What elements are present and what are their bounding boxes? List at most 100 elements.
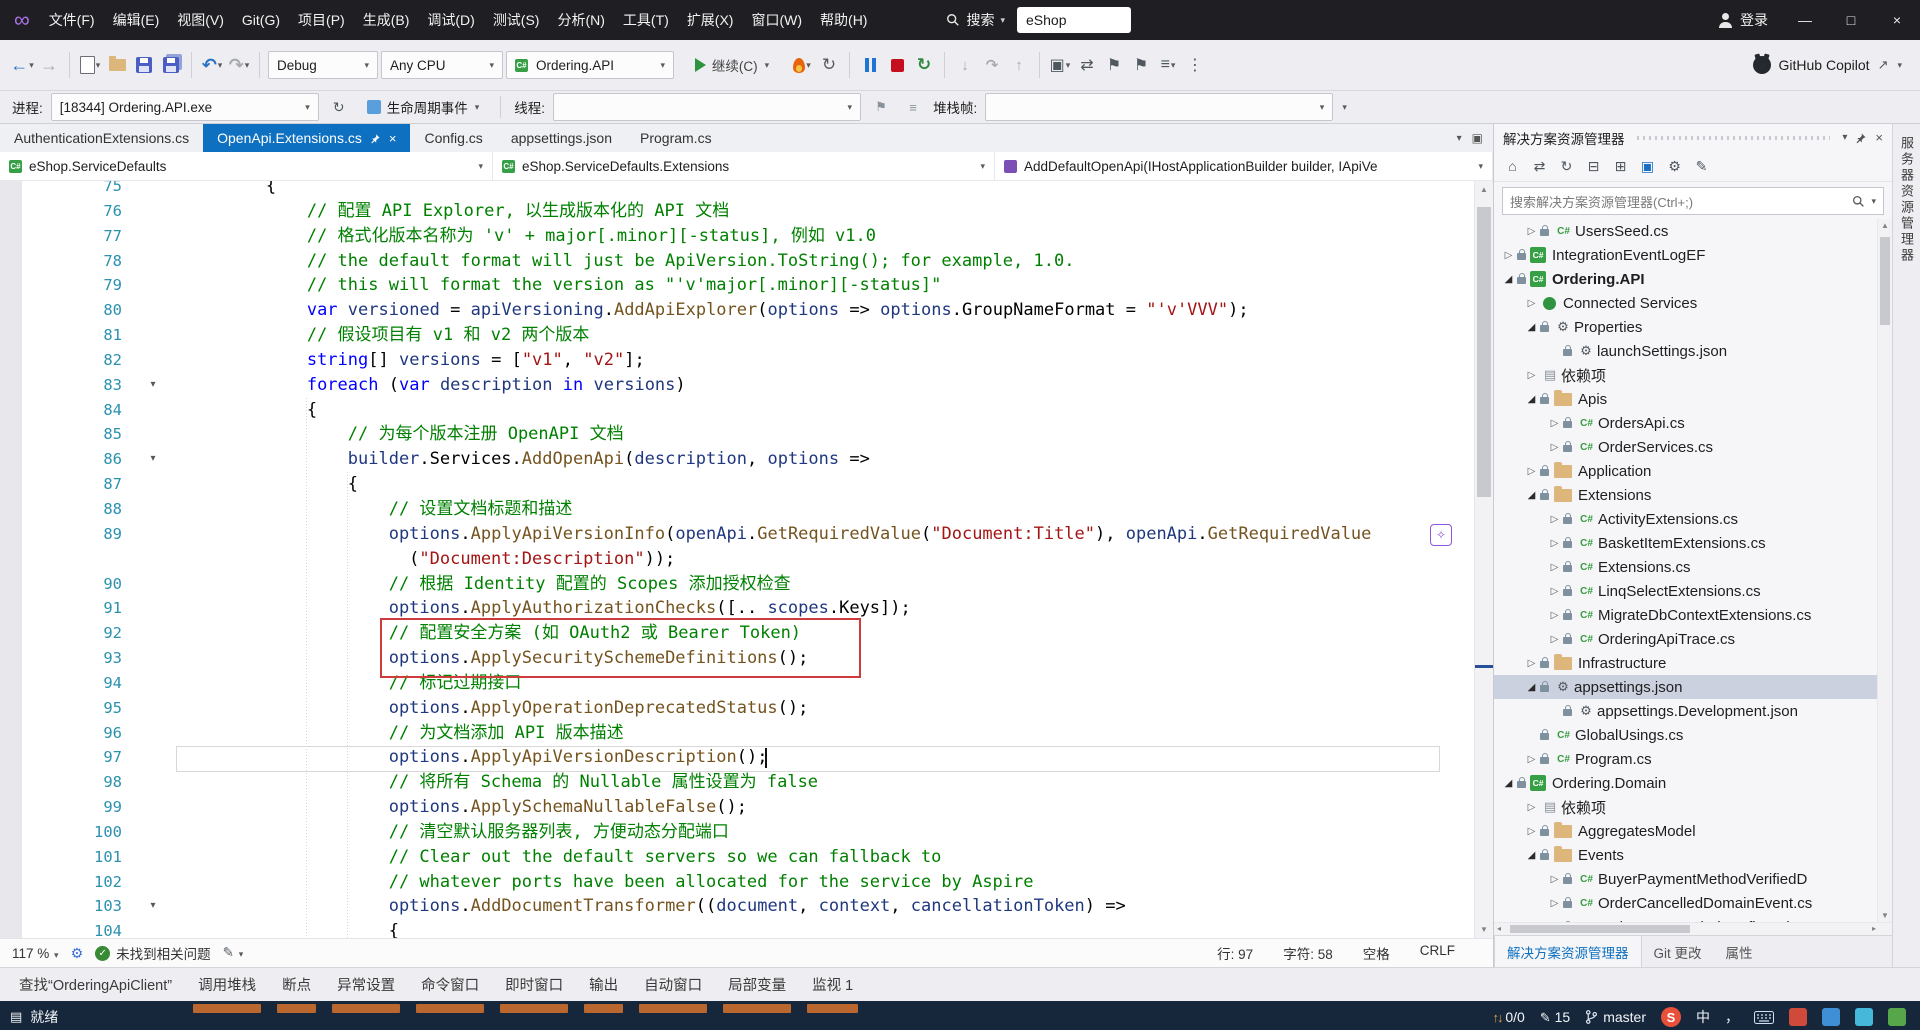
tree-item[interactable]: ▷ C# OrderServices.cs [1494, 435, 1892, 459]
tab-list-dropdown-icon[interactable]: ▾ [1457, 133, 1462, 144]
document-tab[interactable]: Config.cs [410, 124, 496, 152]
restart-debugging-button[interactable]: ↻ [912, 52, 936, 78]
redo-button[interactable]: ↷ ▾ [227, 52, 251, 78]
task-list-button[interactable]: ≡ ▾ [1156, 52, 1180, 78]
tree-item[interactable]: ◢ Events [1494, 843, 1892, 867]
restart-application-button[interactable]: ↻ [817, 52, 841, 78]
code-line[interactable]: ("Document:Description")); [0, 547, 1474, 572]
step-into-button[interactable]: ↓ [953, 52, 977, 78]
continue-button[interactable]: 继续(C) ▾ [677, 52, 787, 78]
scroll-up-icon[interactable]: ▲ [1878, 221, 1892, 230]
tree-item[interactable]: ▷C#OrderGracePeriodConfirmedDo [1494, 915, 1892, 922]
tool-window-tab[interactable]: 属性 [1714, 936, 1765, 967]
scrollbar-thumb[interactable] [1510, 925, 1690, 933]
panel-tab[interactable]: 命令窗口 [408, 968, 492, 1001]
window-position-icon[interactable]: ▾ [1842, 132, 1847, 143]
toolbar-overflow-button[interactable]: ⋮ [1183, 52, 1207, 78]
stop-debugging-button[interactable] [885, 52, 909, 78]
maximize-button[interactable]: □ [1828, 0, 1874, 40]
type-scope-dropdown[interactable]: C# eShop.ServiceDefaults.Extensions ▾ [493, 152, 995, 180]
document-tab[interactable]: OpenApi.Extensions.cs × [203, 124, 411, 152]
tree-vertical-scrollbar[interactable]: ▲ ▼ [1877, 219, 1892, 922]
code-line[interactable]: 101 // Clear out the default servers so … [0, 845, 1474, 870]
code-line[interactable]: 90 // 根据 Identity 配置的 Scopes 添加授权检查 [0, 572, 1474, 597]
scroll-down-icon[interactable]: ▼ [1475, 925, 1493, 934]
scrollbar-thumb[interactable] [1477, 207, 1491, 497]
solution-configuration-dropdown[interactable]: Debug ▾ [268, 51, 378, 79]
tray-icon[interactable] [1888, 1008, 1906, 1026]
switch-views-icon[interactable]: ⇄ [1527, 155, 1552, 177]
refresh-icon[interactable]: ↻ [1554, 155, 1579, 177]
tree-item[interactable]: ▷ ▤ 依赖项 [1494, 795, 1892, 819]
tree-item[interactable]: ▷ C# OrderCancelledDomainEvent.cs [1494, 891, 1892, 915]
line-ending-indicator[interactable]: CRLF [1420, 943, 1455, 963]
editor-vertical-scrollbar[interactable]: ▲ ▼ [1474, 181, 1493, 938]
minimize-button[interactable]: — [1782, 0, 1828, 40]
attach-process-icon[interactable]: ↻ [327, 96, 351, 118]
scroll-left-icon[interactable]: ◂ [1497, 923, 1501, 935]
expander-icon[interactable]: ◢ [1523, 490, 1540, 501]
code-line[interactable]: 79 // this will format the version as "'… [0, 273, 1474, 298]
panel-tab[interactable]: 输出 [576, 968, 631, 1001]
column-indicator[interactable]: 字符: 58 [1283, 943, 1333, 963]
code-line[interactable]: 98 // 将所有 Schema 的 Nullable 属性设置为 false [0, 770, 1474, 795]
expander-icon[interactable]: ▷ [1500, 250, 1517, 261]
menu-item[interactable]: 视图(V) [168, 0, 233, 40]
server-explorer-vertical-tab[interactable]: 服务器资源管理器 [1897, 136, 1916, 967]
code-editor[interactable]: 75 {76 // 配置 API Explorer, 以生成版本化的 API 文… [0, 181, 1493, 938]
menu-item[interactable]: 测试(S) [484, 0, 549, 40]
document-tab[interactable]: appsettings.json [497, 124, 626, 152]
tree-item[interactable]: ▷ C# Extensions.cs [1494, 555, 1892, 579]
tool-window-tab[interactable]: Git 更改 [1642, 936, 1714, 967]
close-tab-icon[interactable]: × [389, 131, 397, 146]
tray-icon[interactable] [1855, 1008, 1873, 1026]
menu-item[interactable]: 帮助(H) [811, 0, 876, 40]
tray-icon[interactable] [1822, 1008, 1840, 1026]
tree-item[interactable]: ▷ AggregatesModel [1494, 819, 1892, 843]
previous-bookmark-button[interactable]: ⚑ [1102, 52, 1126, 78]
open-file-button[interactable] [105, 52, 129, 78]
expander-icon[interactable]: ▷ [1546, 634, 1563, 645]
code-line[interactable]: 76 // 配置 API Explorer, 以生成版本化的 API 文档 [0, 199, 1474, 224]
ide-status-icon[interactable]: ⚙ [71, 945, 84, 962]
expander-icon[interactable]: ▷ [1546, 418, 1563, 429]
flag-thread-icon[interactable]: ⚑ [869, 96, 893, 118]
sign-in-button[interactable]: 登录 [1718, 10, 1768, 30]
code-line[interactable]: 94 // 标记过期接口 [0, 671, 1474, 696]
expander-icon[interactable]: ▷ [1546, 442, 1563, 453]
expander-icon[interactable]: ◢ [1500, 274, 1517, 285]
scroll-down-icon[interactable]: ▼ [1878, 911, 1892, 920]
solution-search-input[interactable]: 搜索解决方案资源管理器(Ctrl+;) ▾ [1502, 187, 1884, 215]
code-line[interactable]: 86 ▾ builder.Services.AddOpenApi(descript… [0, 447, 1474, 472]
search-input[interactable]: eShop [1017, 7, 1131, 33]
save-all-button[interactable] [159, 52, 183, 78]
code-line[interactable]: 80 var versioned = apiVersioning.AddApiE… [0, 298, 1474, 323]
tree-item[interactable]: ◢ ⚙ appsettings.json [1494, 675, 1892, 699]
code-line[interactable]: 83 ▾ foreach (var description in versions… [0, 373, 1474, 398]
stack-frame-dropdown[interactable]: ▾ [985, 93, 1334, 121]
code-line[interactable]: 93 options.ApplySecuritySchemeDefinition… [0, 646, 1474, 671]
panel-tab[interactable]: 调用堆栈 [185, 968, 269, 1001]
hot-reload-button[interactable]: ▾ [790, 52, 814, 78]
code-line[interactable]: 97 options.ApplyApiVersionDescription(); [0, 745, 1474, 770]
project-scope-dropdown[interactable]: C# eShop.ServiceDefaults ▾ [0, 152, 493, 180]
fold-chevron-icon[interactable]: ▾ [122, 373, 184, 398]
menu-item[interactable]: Git(G) [233, 0, 289, 40]
code-line[interactable]: 85 // 为每个版本注册 OpenAPI 文档 [0, 422, 1474, 447]
code-line[interactable]: 84 { [0, 398, 1474, 423]
expander-icon[interactable]: ▷ [1523, 226, 1540, 237]
expander-icon[interactable]: ▷ [1523, 754, 1540, 765]
lifecycle-events-button[interactable]: 生命周期事件 ▾ [359, 95, 488, 119]
close-button[interactable]: × [1874, 0, 1920, 40]
code-line[interactable]: 104 { [0, 919, 1474, 938]
expander-icon[interactable]: ▷ [1523, 466, 1540, 477]
tree-item[interactable]: ▷ C# BasketItemExtensions.cs [1494, 531, 1892, 555]
code-line[interactable]: 96 // 为文档添加 API 版本描述 [0, 721, 1474, 746]
expander-icon[interactable]: ◢ [1523, 850, 1540, 861]
menu-item[interactable]: 生成(B) [354, 0, 419, 40]
panel-tab[interactable]: 局部变量 [715, 968, 799, 1001]
step-out-button[interactable]: ↑ [1007, 52, 1031, 78]
preview-selected-icon[interactable]: ✎ [1689, 155, 1714, 177]
document-tab[interactable]: AuthenticationExtensions.cs [0, 124, 203, 152]
code-line[interactable]: 82 string[] versions = ["v1", "v2"]; [0, 348, 1474, 373]
